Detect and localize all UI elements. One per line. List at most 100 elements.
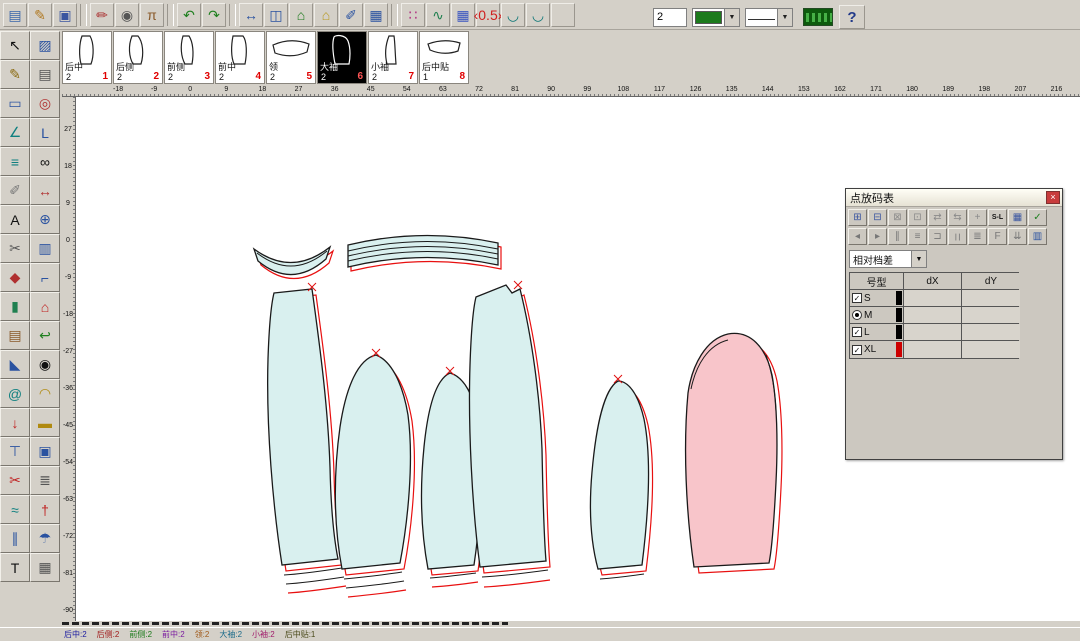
piece-big-sleeve[interactable] <box>686 333 782 573</box>
dy-cell[interactable] <box>962 290 1020 306</box>
rect-tool-icon[interactable]: ▭ <box>0 89 30 118</box>
grid-table-icon[interactable]: ▦ <box>451 3 475 27</box>
umbrella-tool-icon[interactable]: ☂ <box>30 524 60 553</box>
copy-dx-icon[interactable]: ⊠ <box>888 209 907 226</box>
chevron-down-icon[interactable]: ▼ <box>911 251 926 267</box>
pattern-piece-tab[interactable]: 前侧 2 3 <box>164 31 214 84</box>
sewing-machine-tool-icon[interactable]: ⌐ <box>30 263 60 292</box>
dx-cell[interactable] <box>904 341 962 358</box>
size-row[interactable]: ✓ XL <box>850 341 1018 358</box>
close-icon[interactable]: × <box>1046 191 1060 204</box>
piece-green-icon[interactable]: ⌂ <box>289 3 313 27</box>
copy-grade-icon[interactable]: ⊞ <box>848 209 867 226</box>
wave-tool-icon[interactable]: ≈ <box>0 495 30 524</box>
select-tool-icon[interactable]: ↖ <box>0 31 30 60</box>
shirt-tool-icon[interactable]: ⌂ <box>30 292 60 321</box>
dialog-titlebar[interactable]: 点放码表 × <box>846 189 1062 207</box>
toolbar-separator[interactable] <box>229 4 236 26</box>
uturn-arrow-tool-icon[interactable]: ↩ <box>30 321 60 350</box>
pin-tool-icon[interactable]: ⊤ <box>0 437 30 466</box>
dx-cell[interactable] <box>904 290 962 306</box>
bag-tool-icon[interactable]: ◆ <box>0 263 30 292</box>
piece-neckband[interactable] <box>348 235 501 271</box>
cross-grade-icon[interactable]: + <box>968 209 987 226</box>
drill-tool-icon[interactable]: † <box>30 495 60 524</box>
ruler-tool-icon[interactable]: ▬ <box>30 408 60 437</box>
color-wheel-icon[interactable] <box>551 3 575 27</box>
curve-tool-2-icon[interactable]: ◡ <box>526 3 550 27</box>
swap-xy-icon[interactable]: ⇄ <box>928 209 947 226</box>
function-icon[interactable]: F <box>988 228 1007 245</box>
fan-tool-icon[interactable]: ◠ <box>30 379 60 408</box>
notebook-tool-icon[interactable]: ▤ <box>30 60 60 89</box>
knife-tool-icon[interactable]: ✂ <box>0 234 30 263</box>
equal-steps-icon[interactable]: ∥ <box>888 228 907 245</box>
pattern-piece-tab[interactable]: 后中 2 1 <box>62 31 112 84</box>
workbench-icon[interactable]: π <box>140 3 164 27</box>
curve-tool-icon[interactable]: ◡ <box>501 3 525 27</box>
copy-dy-icon[interactable]: ⊡ <box>908 209 927 226</box>
offset-05-icon[interactable]: ‹0.5› <box>476 3 500 27</box>
pattern-piece-tab[interactable]: 前中 2 4 <box>215 31 265 84</box>
grade-mode-select[interactable]: 相对档差 ▼ <box>849 250 927 268</box>
collapse-icon[interactable]: ⇊ <box>1008 228 1027 245</box>
piece-yellow-icon[interactable]: ⌂ <box>314 3 338 27</box>
grid-tool-icon[interactable]: ▦ <box>30 553 60 582</box>
triangle-tool-icon[interactable]: ◣ <box>0 350 30 379</box>
line-width-input[interactable] <box>653 8 687 27</box>
comb2-tool-icon[interactable]: ∥ <box>0 524 30 553</box>
books-tool-icon[interactable]: ▤ <box>0 321 30 350</box>
piece-back-side[interactable] <box>335 355 414 597</box>
dy-cell[interactable] <box>962 324 1020 340</box>
line-color-combo[interactable]: ▼ <box>692 8 740 27</box>
down-arrow-tool-icon[interactable]: ↓ <box>0 408 30 437</box>
open-file-icon[interactable]: ✎ <box>28 3 52 27</box>
toolbar-separator[interactable] <box>167 4 174 26</box>
prev-size-icon[interactable]: ◂ <box>848 228 867 245</box>
camera-icon[interactable]: ◉ <box>115 3 139 27</box>
angle-tool-icon[interactable]: ∠ <box>0 118 30 147</box>
glasses-tool-icon[interactable]: ∞ <box>30 147 60 176</box>
bracket-icon[interactable]: ⊐ <box>928 228 947 245</box>
boot-tool-icon[interactable]: L <box>30 118 60 147</box>
pattern-piece-tab[interactable]: 大袖 2 6 <box>317 31 367 84</box>
save-file-icon[interactable]: ▣ <box>53 3 77 27</box>
piece-small-sleeve[interactable] <box>590 381 652 579</box>
size-row[interactable]: ✓ L <box>850 324 1018 341</box>
size-checkbox[interactable]: ✓ <box>852 327 862 337</box>
undo-icon[interactable]: ↶ <box>177 3 201 27</box>
piece-back-center[interactable] <box>268 289 346 593</box>
brush-icon[interactable]: ✏ <box>90 3 114 27</box>
dx-cell[interactable] <box>904 307 962 323</box>
scissors-tool-icon[interactable]: ✂ <box>0 466 30 495</box>
pair-lines-icon[interactable]: ∣∣ <box>948 228 967 245</box>
grade-table-icon[interactable]: ▦ <box>1008 209 1027 226</box>
size-range-icon[interactable]: S-L <box>988 209 1007 226</box>
target-tool-icon[interactable]: ⊕ <box>30 205 60 234</box>
line-style-combo[interactable]: ▼ <box>745 8 793 27</box>
text-a-tool-icon[interactable]: A <box>0 205 30 234</box>
filmstrip-icon[interactable] <box>803 8 833 26</box>
dropper-tool-icon[interactable]: ✐ <box>0 176 30 205</box>
steps-tool-icon[interactable]: ≣ <box>30 466 60 495</box>
stamp-tool-icon[interactable]: ▣ <box>30 437 60 466</box>
redo-icon[interactable]: ↷ <box>202 3 226 27</box>
scatter-plot-icon[interactable]: ∷ <box>401 3 425 27</box>
dx-cell[interactable] <box>904 324 962 340</box>
piece-collar[interactable] <box>254 247 333 279</box>
bar-chart-tool-icon[interactable]: ▮ <box>0 292 30 321</box>
spiral-tool-icon[interactable]: @ <box>0 379 30 408</box>
flowchart-icon[interactable]: ▦ <box>364 3 388 27</box>
new-document-icon[interactable]: ▤ <box>3 3 27 27</box>
piece-front-center[interactable] <box>469 285 550 587</box>
pen-blue-icon[interactable]: ✐ <box>339 3 363 27</box>
paste-grade-icon[interactable]: ⊟ <box>868 209 887 226</box>
toolbar-separator[interactable] <box>391 4 398 26</box>
help-icon[interactable]: ? <box>839 5 865 29</box>
chevron-down-icon[interactable]: ▼ <box>777 9 792 26</box>
binocular-tool-icon[interactable]: ◉ <box>30 350 60 379</box>
dy-cell[interactable] <box>962 307 1020 323</box>
size-radio[interactable] <box>852 310 862 320</box>
measure-icon[interactable]: ↔ <box>239 3 263 27</box>
size-color-icon[interactable]: ▥ <box>1028 228 1047 245</box>
